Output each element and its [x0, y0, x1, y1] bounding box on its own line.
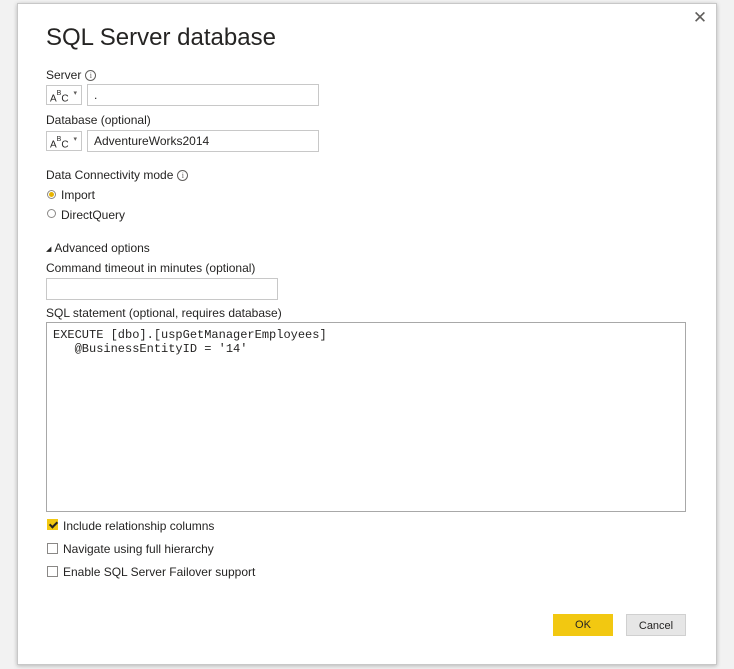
dialog-title: SQL Server database [46, 24, 276, 51]
advanced-options-toggle[interactable]: ◢ Advanced options [46, 241, 150, 255]
directquery-radio-label[interactable]: DirectQuery [61, 208, 125, 222]
close-icon[interactable]: ✕ [690, 8, 710, 28]
command-timeout-input[interactable] [46, 278, 278, 300]
advanced-options-label: Advanced options [54, 241, 150, 255]
include-relationship-columns-checkbox[interactable] [47, 519, 58, 530]
sql-statement-label: SQL statement (optional, requires databa… [46, 306, 282, 320]
navigate-full-hierarchy-label[interactable]: Navigate using full hierarchy [63, 542, 214, 556]
enable-failover-checkbox[interactable] [47, 566, 58, 577]
server-label: Server [46, 68, 82, 82]
database-label: Database (optional) [46, 113, 151, 127]
abc-text-type-icon: ABC [50, 90, 69, 105]
enable-failover-label[interactable]: Enable SQL Server Failover support [63, 565, 255, 579]
connectivity-label-row: Data Connectivity mode i [46, 168, 189, 182]
import-radio-label[interactable]: Import [61, 188, 95, 202]
database-input[interactable]: AdventureWorks2014 [87, 130, 319, 152]
import-radio[interactable] [47, 190, 56, 199]
directquery-radio[interactable] [47, 209, 56, 218]
info-icon[interactable]: i [85, 70, 97, 82]
sql-server-database-dialog: ✕ SQL Server database Server i ABC ▾ . Da… [17, 3, 717, 665]
abc-text-type-icon: ABC [50, 136, 69, 151]
server-label-row: Server i [46, 68, 97, 82]
connectivity-label: Data Connectivity mode [46, 168, 174, 182]
chevron-down-icon: ▾ [73, 136, 77, 143]
cancel-button[interactable]: Cancel [626, 614, 686, 636]
info-icon[interactable]: i [177, 170, 189, 182]
expand-triangle-icon: ◢ [46, 246, 52, 253]
server-input[interactable]: . [87, 84, 319, 106]
command-timeout-label: Command timeout in minutes (optional) [46, 261, 256, 275]
sql-statement-textarea[interactable]: EXECUTE [dbo].[uspGetManagerEmployees] @… [46, 322, 686, 512]
server-type-selector[interactable]: ABC ▾ [46, 85, 82, 105]
database-type-selector[interactable]: ABC ▾ [46, 131, 82, 151]
include-relationship-columns-label[interactable]: Include relationship columns [63, 519, 214, 533]
chevron-down-icon: ▾ [73, 90, 77, 97]
navigate-full-hierarchy-checkbox[interactable] [47, 543, 58, 554]
ok-button[interactable]: OK [553, 614, 613, 636]
